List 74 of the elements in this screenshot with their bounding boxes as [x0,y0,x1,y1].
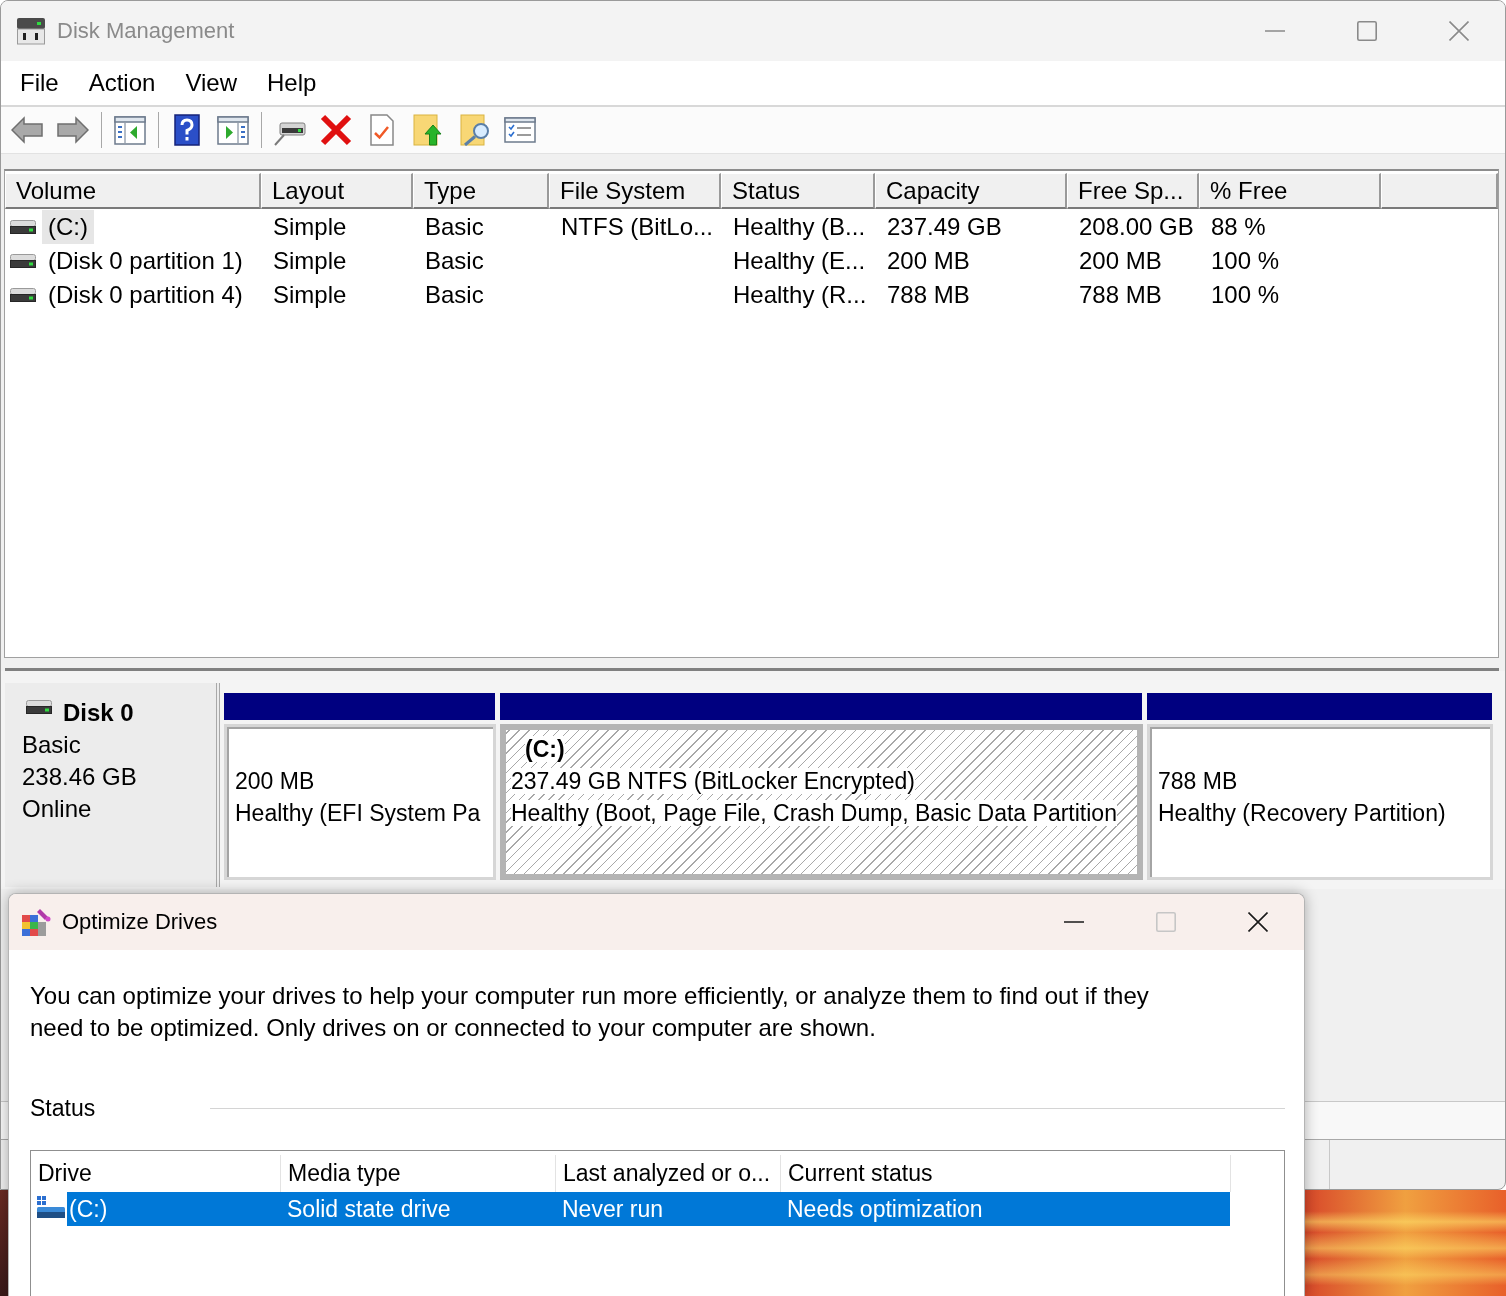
table-cell: Healthy (E... [733,247,866,275]
disk-name: Disk 0 [63,698,134,728]
table-cell: Simple [273,281,347,309]
drive-icon [10,220,36,234]
partition-size: 200 MB [235,768,315,794]
partition-box[interactable]: (C:) 237.49 GB NTFS (BitLocker Encrypted) Healthy (Boot, Page File, Crash Dump, Basic Data Partition [500,724,1143,880]
drive-icon [10,254,36,268]
section-label: Status [30,1094,97,1122]
table-cell: Basic [425,281,484,309]
partition-status: Healthy (EFI System Pa [235,800,481,826]
drive-icon [10,288,36,302]
window-panel-icon[interactable] [114,114,146,146]
partition-size: 237.49 GB NTFS (BitLocker Encrypted) [511,768,915,794]
disk-label-panel[interactable]: Disk 0 Basic 238.46 GB Online [5,683,220,887]
table-cell: NTFS (BitLo... [561,213,714,241]
table-cell[interactable]: (C:) [42,210,94,244]
disk-type: Basic [22,730,82,760]
table-cell: 788 MB [1079,281,1162,309]
table-cell: 200 MB [1079,247,1162,275]
checklist-icon[interactable] [504,114,536,146]
maximize-icon[interactable] [1357,21,1377,41]
list-row[interactable]: (C:) Solid state drive Never run Needs optimization [67,1192,1230,1226]
column-header[interactable]: Capacity [875,173,1067,209]
table-cell: 788 MB [887,281,970,309]
system-drive-icon [37,1196,65,1218]
description-text: You can optimize your drives to help your computer run more efficiently, or analyze them to find out if they need to be optimized. Only drives on or connected to your computer are shown. [30,981,1150,1043]
table-cell: Healthy (B... [733,213,866,241]
blocks-icon [21,907,51,937]
table-cell: Simple [273,247,347,275]
table-cell: 100 % [1211,247,1280,275]
column-header[interactable]: Type [413,173,549,209]
table-cell: Healthy (R... [733,281,867,309]
column-header[interactable]: Status [721,173,875,209]
partition-status: Healthy (Boot, Page File, Crash Dump, Basic Data Partition [511,800,1117,826]
partition-label: (C:) [525,736,565,762]
partition-box[interactable]: 200 MB Healthy (EFI System Pa [224,724,496,880]
table-cell: Never run [562,1195,663,1223]
delete-icon[interactable] [320,114,352,146]
menu-item[interactable]: Action [88,69,156,97]
table-cell: Solid state drive [287,1195,451,1223]
table-cell: Basic [425,247,484,275]
drive-icon [26,700,52,714]
close-icon[interactable] [1248,912,1268,932]
window-panel-icon[interactable] [217,114,249,146]
table-cell: Basic [425,213,484,241]
table-cell: 200 MB [887,247,970,275]
table-cell: 100 % [1211,281,1280,309]
table-cell: 237.49 GB [887,213,1002,241]
partition-status: Healthy (Recovery Partition) [1158,800,1446,826]
window-title: Optimize Drives [62,909,218,935]
window-title: Disk Management [57,18,235,44]
column-header[interactable]: Layout [261,173,413,209]
folder-up-arrow-icon[interactable] [412,114,444,146]
table-cell[interactable]: (Disk 0 partition 1) [42,244,249,278]
partition-box[interactable]: 788 MB Healthy (Recovery Partition) [1147,724,1493,880]
table-cell[interactable]: (Disk 0 partition 4) [42,278,249,312]
menu-item[interactable]: File [20,69,59,97]
menu-item[interactable]: Help [266,69,317,97]
table-cell: Simple [273,213,347,241]
folder-search-icon[interactable] [458,114,490,146]
table-cell: 208.00 GB [1079,213,1194,241]
table-cell: (C:) [69,1195,108,1223]
table-cell: Needs optimization [787,1195,983,1223]
column-header[interactable]: File System [549,173,721,209]
column-header[interactable]: Free Sp... [1067,173,1199,209]
column-header[interactable]: % Free [1199,173,1381,209]
disk-size: 238.46 GB [22,762,138,792]
partition-size: 788 MB [1158,768,1238,794]
table-cell: 88 % [1211,213,1266,241]
column-header[interactable]: Volume [5,173,261,209]
help-icon[interactable] [171,114,203,146]
disk-status: Online [22,794,93,824]
menu-item[interactable]: View [185,69,237,97]
drive-icon [15,17,47,45]
